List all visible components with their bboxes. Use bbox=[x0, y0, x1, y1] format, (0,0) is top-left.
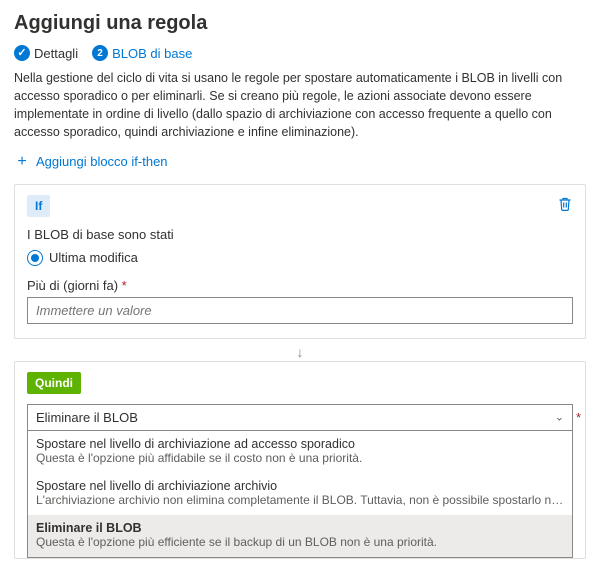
action-dropdown-field[interactable]: Eliminare il BLOB ⌄ bbox=[27, 404, 573, 431]
radio-icon bbox=[27, 250, 43, 266]
step-number-icon: 2 bbox=[92, 45, 108, 61]
action-option-title: Spostare nel livello di archiviazione ad… bbox=[36, 437, 564, 451]
action-option-title: Spostare nel livello di archiviazione ar… bbox=[36, 479, 564, 493]
add-if-then-button[interactable]: + Aggiungi blocco if-then bbox=[14, 150, 168, 174]
step-base-blobs[interactable]: 2 BLOB di base bbox=[92, 45, 192, 61]
step-base-blobs-label: BLOB di base bbox=[112, 46, 192, 61]
chevron-down-icon: ⌄ bbox=[555, 411, 564, 424]
if-panel: If I BLOB di base sono stati Ultima modi… bbox=[14, 184, 586, 339]
intro-text: Nella gestione del ciclo di vita si usan… bbox=[14, 69, 586, 142]
days-ago-label: Più di (giorni fa) * bbox=[27, 278, 573, 293]
action-option-title: Eliminare il BLOB bbox=[36, 521, 564, 535]
action-option[interactable]: Eliminare il BLOB Questa è l'opzione più… bbox=[28, 515, 572, 557]
action-option[interactable]: Spostare nel livello di archiviazione ar… bbox=[28, 473, 572, 515]
action-option-desc: Questa è l'opzione più efficiente se il … bbox=[36, 535, 564, 549]
action-required-mark: * bbox=[576, 410, 581, 425]
action-dropdown-options: Spostare nel livello di archiviazione ad… bbox=[27, 431, 573, 558]
delete-block-button[interactable] bbox=[557, 196, 573, 215]
flow-arrow-icon: ↓ bbox=[14, 343, 586, 361]
trash-icon bbox=[557, 196, 573, 212]
then-panel: Quindi Eliminare il BLOB ⌄ * Spostare ne… bbox=[14, 361, 586, 559]
add-if-then-label: Aggiungi blocco if-then bbox=[36, 154, 168, 169]
check-icon: ✓ bbox=[14, 45, 30, 61]
step-details[interactable]: ✓ Dettagli bbox=[14, 45, 78, 61]
radio-last-modified-label: Ultima modifica bbox=[49, 250, 138, 265]
days-ago-input[interactable] bbox=[27, 297, 573, 324]
plus-icon: + bbox=[14, 154, 30, 170]
step-details-label: Dettagli bbox=[34, 46, 78, 61]
page-title: Aggiungi una regola bbox=[14, 12, 586, 35]
action-dropdown-value: Eliminare il BLOB bbox=[36, 410, 138, 425]
radio-last-modified[interactable]: Ultima modifica bbox=[27, 250, 573, 266]
action-option-desc: L'archiviazione archivio non elimina com… bbox=[36, 493, 564, 507]
action-dropdown[interactable]: Eliminare il BLOB ⌄ * Spostare nel livel… bbox=[27, 404, 573, 558]
action-option-desc: Questa è l'opzione più affidabile se il … bbox=[36, 451, 564, 465]
stepper: ✓ Dettagli 2 BLOB di base bbox=[14, 45, 586, 61]
if-heading: I BLOB di base sono stati bbox=[27, 227, 573, 242]
action-option[interactable]: Spostare nel livello di archiviazione ad… bbox=[28, 431, 572, 473]
if-badge: If bbox=[27, 195, 50, 217]
then-badge: Quindi bbox=[27, 372, 81, 394]
